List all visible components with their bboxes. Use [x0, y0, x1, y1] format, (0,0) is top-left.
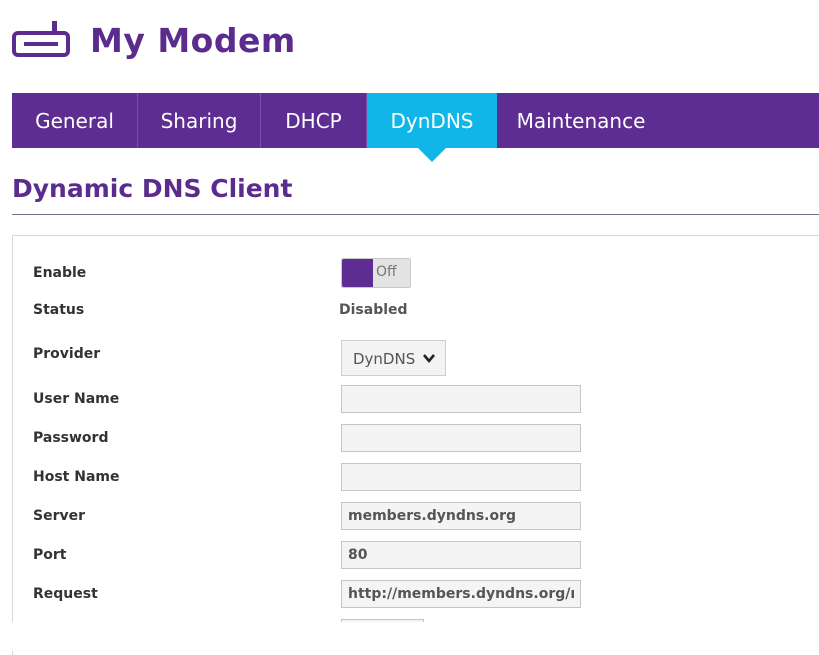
password-label: Password — [33, 430, 109, 446]
modem-icon — [12, 21, 70, 57]
tab-label: DynDNS — [390, 108, 474, 133]
tab-label: General — [35, 108, 114, 133]
tab-dyndns[interactable]: DynDNS — [367, 93, 497, 162]
provider-select[interactable]: DynDNS — [341, 340, 446, 376]
tab-label: DHCP — [285, 108, 342, 133]
request-label: Request — [33, 586, 98, 602]
hostname-input[interactable] — [341, 463, 581, 491]
hostname-label: Host Name — [33, 469, 120, 485]
tab-label: Sharing — [160, 108, 238, 133]
request-input[interactable] — [341, 580, 581, 608]
section-divider — [12, 214, 819, 215]
status-label: Status — [33, 302, 85, 318]
enable-label: Enable — [33, 265, 87, 281]
port-label: Port — [33, 547, 67, 563]
chevron-down-icon — [423, 354, 435, 364]
tab-general[interactable]: General — [12, 93, 138, 148]
port-input[interactable] — [341, 541, 581, 569]
server-label: Server — [33, 508, 86, 524]
tab-sharing[interactable]: Sharing — [138, 93, 261, 148]
app-header: My Modem — [12, 12, 296, 68]
tab-dhcp[interactable]: DHCP — [261, 93, 367, 148]
active-tab-pointer — [418, 148, 446, 162]
toggle-knob — [342, 259, 373, 287]
enable-toggle[interactable]: Off — [341, 258, 411, 288]
viewport-bottom — [0, 622, 819, 651]
username-label: User Name — [33, 391, 120, 407]
server-input[interactable] — [341, 502, 581, 530]
tab-label: Maintenance — [516, 108, 646, 133]
username-input[interactable] — [341, 385, 581, 413]
toggle-state-text: Off — [376, 264, 397, 280]
password-input[interactable] — [341, 424, 581, 452]
tab-maintenance[interactable]: Maintenance — [497, 93, 665, 148]
status-value: Disabled — [339, 302, 408, 318]
tab-bar: General Sharing DHCP DynDNS Maintenance — [12, 93, 819, 162]
provider-label: Provider — [33, 346, 101, 362]
section-title: Dynamic DNS Client — [12, 174, 293, 203]
app-title: My Modem — [90, 20, 296, 60]
provider-selected-value: DynDNS — [353, 350, 416, 368]
